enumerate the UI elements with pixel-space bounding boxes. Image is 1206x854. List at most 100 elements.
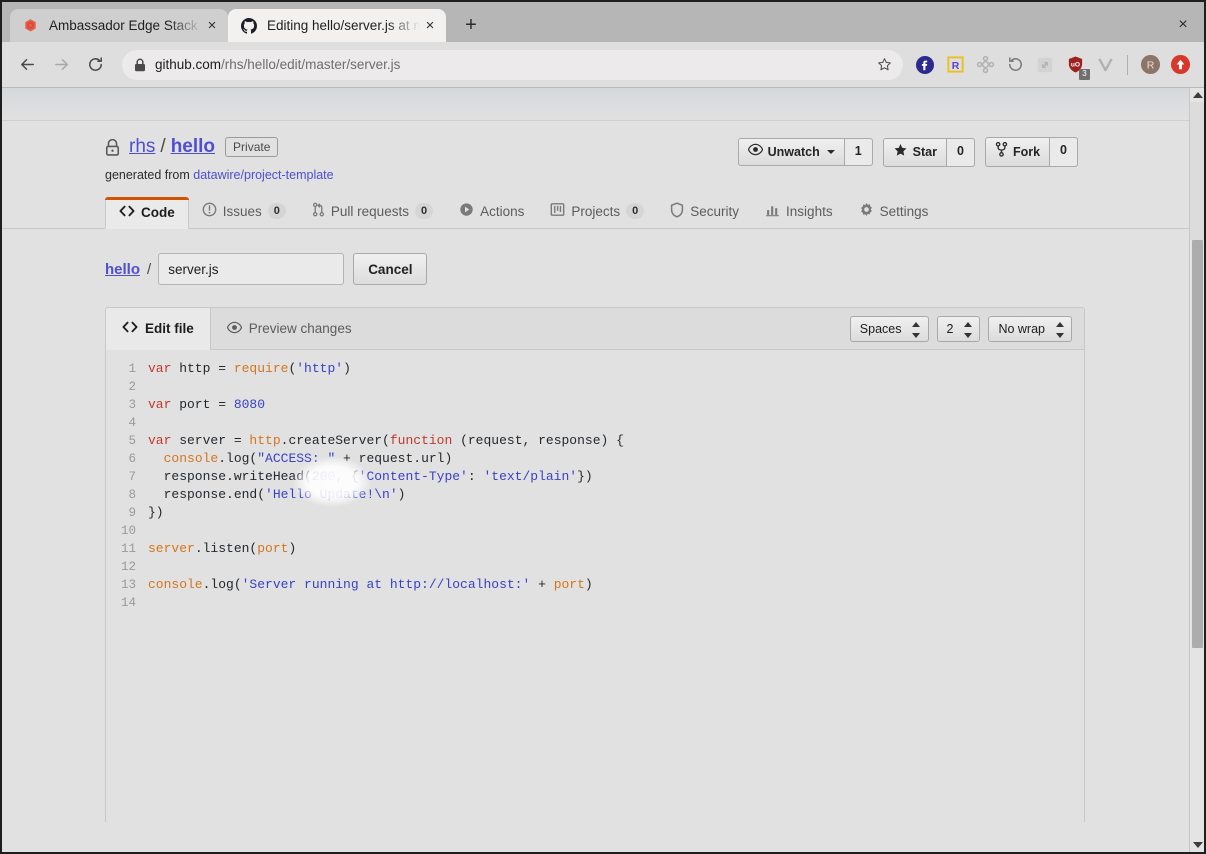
repo-tab-label: Pull requests bbox=[330, 203, 409, 219]
code-token: .log( bbox=[218, 451, 258, 466]
history-icon[interactable] bbox=[1001, 51, 1029, 79]
ublock-block-count-badge: 3 bbox=[1079, 68, 1090, 80]
code-token: 'Server running at http://localhost:' bbox=[241, 577, 531, 592]
breadcrumb-repo-link[interactable]: hello bbox=[105, 261, 140, 278]
star-button[interactable]: Star bbox=[882, 137, 947, 167]
close-icon[interactable]: × bbox=[202, 16, 222, 36]
code-token: console bbox=[163, 451, 219, 466]
repo-tab-security[interactable]: Security bbox=[657, 196, 752, 228]
line-content: console.log('Server running at http://lo… bbox=[148, 576, 593, 594]
line-content: var port = 8080 bbox=[148, 396, 265, 414]
fullscreen-icon[interactable] bbox=[1031, 51, 1059, 79]
watch-count[interactable]: 1 bbox=[844, 138, 873, 166]
close-icon[interactable]: × bbox=[420, 16, 440, 36]
github-logo-icon bbox=[240, 17, 257, 34]
indent-mode-select[interactable]: Spaces bbox=[849, 316, 929, 342]
line-content: }) bbox=[148, 504, 164, 522]
browser-toolbar: github.com/rhs/hello/edit/master/server.… bbox=[2, 42, 1204, 88]
unwatch-button[interactable]: Unwatch bbox=[737, 138, 845, 166]
reload-icon[interactable] bbox=[80, 50, 110, 80]
forward-icon[interactable] bbox=[46, 50, 76, 80]
update-browser-icon[interactable] bbox=[1166, 51, 1194, 79]
repo-tab-code[interactable]: Code bbox=[105, 197, 189, 229]
line-number: 4 bbox=[128, 416, 136, 430]
page-scrollbar[interactable] bbox=[1189, 88, 1204, 852]
code-token: 8080 bbox=[233, 397, 266, 412]
browser-tab-github-editing[interactable]: Editing hello/server.js at m × bbox=[228, 9, 446, 42]
repo-tab-issues[interactable]: Issues 0 bbox=[189, 196, 299, 228]
vimium-icon[interactable] bbox=[1091, 51, 1119, 79]
scrollbar-track-upper[interactable] bbox=[1190, 102, 1204, 240]
cancel-button[interactable]: Cancel bbox=[353, 253, 428, 285]
code-token: response.end( bbox=[148, 487, 266, 502]
repo-name-link[interactable]: hello bbox=[171, 135, 215, 159]
repo-visibility-badge: Private bbox=[225, 137, 279, 157]
code-token: function bbox=[389, 433, 453, 448]
file-path-row: hello / Cancel bbox=[2, 229, 1189, 285]
generated-from-note: generated from datawire/project-template bbox=[105, 168, 1173, 182]
puzzle-extensions-icon[interactable] bbox=[971, 51, 999, 79]
repo-tab-insights[interactable]: Insights bbox=[752, 196, 846, 228]
line-number: 6 bbox=[128, 452, 136, 466]
editor-tab-edit-file[interactable]: Edit file bbox=[106, 308, 211, 350]
repo-tab-pull-requests[interactable]: Pull requests 0 bbox=[299, 196, 446, 228]
repo-tab-label: Insights bbox=[786, 203, 833, 219]
code-editor-area[interactable]: 1 var http = require('http') 2 3 var port = … bbox=[106, 350, 1084, 822]
code-token: 'text/plain' bbox=[483, 469, 578, 484]
code-token: : bbox=[467, 469, 484, 484]
star-count[interactable]: 0 bbox=[947, 137, 975, 167]
code-token: require bbox=[233, 361, 289, 376]
profile-avatar-icon[interactable]: R bbox=[1136, 51, 1164, 79]
scrollbar-thumb[interactable] bbox=[1192, 240, 1203, 648]
gear-icon bbox=[859, 202, 874, 220]
code-token: + request.url) bbox=[335, 451, 453, 466]
generated-from-template-link[interactable]: datawire/project-template bbox=[193, 168, 333, 182]
extension-toolbar: R uO 3 R bbox=[911, 51, 1194, 80]
fork-count[interactable]: 0 bbox=[1050, 137, 1078, 167]
code-line: 7 response.writeHead(200, {'Content-Type… bbox=[106, 468, 1084, 486]
new-tab-button[interactable]: + bbox=[456, 10, 486, 40]
code-line: 5 var server = http.createServer(function… bbox=[106, 432, 1084, 450]
code-icon bbox=[119, 204, 135, 221]
repo-tab-projects[interactable]: Projects 0 bbox=[537, 196, 657, 228]
page-top-strip bbox=[2, 88, 1189, 121]
code-icon bbox=[122, 320, 138, 337]
line-number: 12 bbox=[120, 560, 136, 574]
repo-owner-link[interactable]: rhs bbox=[129, 135, 155, 159]
line-content: server.listen(port) bbox=[148, 540, 296, 558]
fork-button[interactable]: Fork bbox=[984, 137, 1051, 167]
svg-text:R: R bbox=[951, 61, 959, 72]
code-token: }) bbox=[577, 469, 593, 484]
git-pull-request-icon bbox=[312, 202, 325, 220]
address-bar-text: github.com/rhs/hello/edit/master/server.… bbox=[155, 57, 400, 72]
code-token: response.writeHead( bbox=[148, 469, 312, 484]
firefox-account-icon[interactable] bbox=[911, 51, 939, 79]
code-token: port = bbox=[171, 397, 234, 412]
repo-tab-actions[interactable]: Actions bbox=[446, 196, 537, 228]
repo-tab-label: Security bbox=[690, 203, 740, 219]
wrap-mode-select[interactable]: No wrap bbox=[988, 316, 1072, 342]
code-line: 4 bbox=[106, 414, 1084, 432]
lock-icon bbox=[134, 58, 146, 72]
code-line: 8 response.end('Hello Update!\n') bbox=[106, 486, 1084, 504]
code-line: 6 console.log("ACCESS: " + request.url) bbox=[106, 450, 1084, 468]
indent-size-select[interactable]: 2 bbox=[936, 316, 981, 342]
repo-tab-settings[interactable]: Settings bbox=[846, 196, 942, 228]
address-bar[interactable]: github.com/rhs/hello/edit/master/server.… bbox=[122, 49, 903, 80]
bookmark-star-icon[interactable] bbox=[873, 54, 895, 76]
code-token: 'Hello Update!\n' bbox=[265, 487, 398, 502]
line-number: 10 bbox=[120, 524, 136, 538]
line-number: 2 bbox=[128, 380, 136, 394]
filename-input[interactable] bbox=[158, 253, 345, 285]
window-close-button[interactable]: × bbox=[1172, 14, 1194, 36]
scroll-up-icon[interactable] bbox=[1190, 88, 1204, 102]
star-button-group: Star 0 bbox=[882, 137, 975, 167]
redirector-icon[interactable]: R bbox=[941, 51, 969, 79]
browser-tab-ambassador[interactable]: Ambassador Edge Stack E × bbox=[10, 9, 228, 42]
ublock-origin-icon[interactable]: uO 3 bbox=[1061, 51, 1090, 80]
scroll-down-icon[interactable] bbox=[1190, 838, 1204, 852]
code-token: }) bbox=[148, 505, 164, 520]
repo-tab-label: Code bbox=[141, 204, 175, 220]
back-icon[interactable] bbox=[12, 50, 42, 80]
editor-tab-preview-changes[interactable]: Preview changes bbox=[211, 308, 368, 350]
